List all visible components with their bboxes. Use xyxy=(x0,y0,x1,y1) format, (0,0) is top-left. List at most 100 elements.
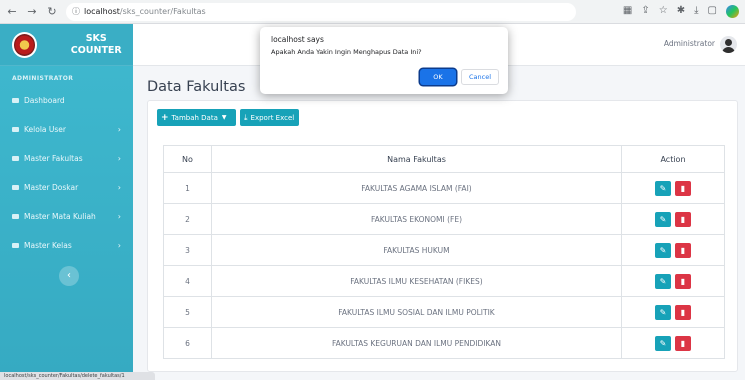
tab-search-icon[interactable]: ▢ xyxy=(708,5,717,18)
sidebar-item-dashboard[interactable]: Dashboard xyxy=(0,86,133,115)
pencil-icon[interactable]: ✎ xyxy=(655,242,671,258)
cancel-button[interactable]: Cancel xyxy=(461,69,499,85)
browser-toolbar: ← → ↻ ⓘ localhost /sks_counter/Fakultas … xyxy=(0,0,745,24)
add-data-button[interactable]: + Tambah Data ▼ xyxy=(157,109,236,126)
sidebar-item-master-mata-kuliah[interactable]: Master Mata Kuliah › xyxy=(0,202,133,231)
status-bar-url: localhost/sks_counter/Fakultas/delete_fa… xyxy=(0,372,155,380)
trash-icon[interactable]: ▮ xyxy=(675,242,691,258)
plus-icon: + xyxy=(161,112,169,123)
cell-nama: FAKULTAS HUKUM xyxy=(211,234,622,266)
extensions-icon[interactable]: ✱ xyxy=(677,5,685,18)
pencil-icon[interactable]: ✎ xyxy=(655,335,671,351)
url-host: localhost xyxy=(84,7,120,16)
pencil-icon[interactable]: ✎ xyxy=(655,304,671,320)
cell-nama: FAKULTAS EKONOMI (FE) xyxy=(211,203,622,235)
sidebar-item-label: Kelola User xyxy=(24,125,66,134)
address-bar[interactable]: ⓘ localhost /sks_counter/Fakultas xyxy=(66,2,576,21)
sidebar-toggle-button[interactable]: ‹ xyxy=(59,266,79,286)
column-header-nama: Nama Fakultas xyxy=(211,145,622,173)
cell-action: ✎ ▮ xyxy=(621,296,725,328)
folder-icon xyxy=(12,156,19,161)
sidebar-item-label: Master Mata Kuliah xyxy=(24,212,96,221)
cell-nama: FAKULTAS ILMU KESEHATAN (FIKES) xyxy=(211,265,622,297)
logo-icon xyxy=(12,31,38,58)
table-row: 4 FAKULTAS ILMU KESEHATAN (FIKES) ✎ ▮ xyxy=(163,265,725,297)
cell-nama: FAKULTAS KEGURUAN DAN ILMU PENDIDIKAN xyxy=(211,327,622,359)
sidebar: SKS COUNTER ADMINISTRATOR Dashboard Kelo… xyxy=(0,24,133,380)
sidebar-item-label: Master Doskar xyxy=(24,183,79,192)
sidebar-item-label: Master Kelas xyxy=(24,241,72,250)
page-title: Data Fakultas xyxy=(147,79,246,95)
table-row: 1 FAKULTAS AGAMA ISLAM (FAI) ✎ ▮ xyxy=(163,172,725,204)
fakultas-table: No Nama Fakultas Action 1 FAKULTAS AGAMA… xyxy=(163,145,725,359)
sidebar-item-label: Master Fakultas xyxy=(24,154,83,163)
trash-icon[interactable]: ▮ xyxy=(675,335,691,351)
sidebar-item-kelola-user[interactable]: Kelola User › xyxy=(0,115,133,144)
export-excel-label: Export Excel xyxy=(250,113,295,122)
reload-icon[interactable]: ↻ xyxy=(44,5,60,18)
cell-action: ✎ ▮ xyxy=(621,203,725,235)
add-data-label: Tambah Data xyxy=(171,113,218,122)
table-row: 6 FAKULTAS KEGURUAN DAN ILMU PENDIDIKAN … xyxy=(163,327,725,359)
dialog-message: Apakah Anda Yakin Ingin Menghapus Data I… xyxy=(271,48,422,56)
folder-icon xyxy=(12,243,19,248)
chevron-right-icon: › xyxy=(117,183,121,192)
cell-no: 4 xyxy=(163,265,212,297)
sidebar-item-master-doskar[interactable]: Master Doskar › xyxy=(0,173,133,202)
back-icon[interactable]: ← xyxy=(4,5,20,18)
sidebar-item-label: Dashboard xyxy=(24,96,65,105)
folder-icon xyxy=(12,98,19,103)
url-path: /sks_counter/Fakultas xyxy=(119,7,206,16)
table-row: 5 FAKULTAS ILMU SOSIAL DAN ILMU POLITIK … xyxy=(163,296,725,328)
table-row: 3 FAKULTAS HUKUM ✎ ▮ xyxy=(163,234,725,266)
export-excel-button[interactable]: ⤓ Export Excel xyxy=(240,109,299,126)
folder-icon xyxy=(12,185,19,190)
chevron-right-icon: › xyxy=(117,212,121,221)
trash-icon[interactable]: ▮ xyxy=(675,304,691,320)
dialog-title: localhost says xyxy=(271,35,324,44)
forward-icon[interactable]: → xyxy=(24,5,40,18)
chevron-right-icon: › xyxy=(117,125,121,134)
pencil-icon[interactable]: ✎ xyxy=(655,273,671,289)
trash-icon[interactable]: ▮ xyxy=(675,180,691,196)
sidebar-item-master-fakultas[interactable]: Master Fakultas › xyxy=(0,144,133,173)
brand[interactable]: SKS COUNTER xyxy=(0,24,133,66)
ok-button[interactable]: OK xyxy=(420,69,456,85)
chevron-right-icon: › xyxy=(117,154,121,163)
cell-action: ✎ ▮ xyxy=(621,327,725,359)
cell-no: 1 xyxy=(163,172,212,204)
cell-no: 5 xyxy=(163,296,212,328)
user-name[interactable]: Administrator xyxy=(664,39,715,48)
column-header-action: Action xyxy=(621,145,725,173)
column-header-no: No xyxy=(163,145,212,173)
cell-no: 2 xyxy=(163,203,212,235)
trash-icon[interactable]: ▮ xyxy=(675,211,691,227)
brand-title: SKS COUNTER xyxy=(70,32,122,56)
user-avatar[interactable] xyxy=(720,36,737,53)
confirm-dialog: localhost says Apakah Anda Yakin Ingin M… xyxy=(260,27,508,94)
chevron-right-icon: › xyxy=(117,241,121,250)
folder-icon xyxy=(12,127,19,132)
download-icon[interactable]: ⤓ xyxy=(694,5,698,18)
cell-action: ✎ ▮ xyxy=(621,265,725,297)
trash-icon[interactable]: ▮ xyxy=(675,273,691,289)
bookmark-star-icon[interactable]: ☆ xyxy=(659,5,668,18)
download-icon: ⤓ xyxy=(244,112,248,122)
translate-icon[interactable]: ▦ xyxy=(623,5,632,18)
share-icon[interactable]: ⇪ xyxy=(641,5,649,18)
site-info-icon[interactable]: ⓘ xyxy=(72,6,80,17)
cell-action: ✎ ▮ xyxy=(621,172,725,204)
pencil-icon[interactable]: ✎ xyxy=(655,211,671,227)
content-card: + Tambah Data ▼ ⤓ Export Excel No Nama F… xyxy=(147,100,738,372)
browser-extensions: ▦ ⇪ ☆ ✱ ⤓ ▢ xyxy=(623,5,739,18)
table-row: 2 FAKULTAS EKONOMI (FE) ✎ ▮ xyxy=(163,203,725,235)
cell-action: ✎ ▮ xyxy=(621,234,725,266)
cell-no: 6 xyxy=(163,327,212,359)
profile-icon[interactable] xyxy=(726,5,739,18)
sidebar-item-master-kelas[interactable]: Master Kelas › xyxy=(0,231,133,260)
sidebar-section-label: ADMINISTRATOR xyxy=(12,75,74,82)
folder-icon xyxy=(12,214,19,219)
pencil-icon[interactable]: ✎ xyxy=(655,180,671,196)
caret-down-icon: ▼ xyxy=(221,114,227,121)
cell-nama: FAKULTAS ILMU SOSIAL DAN ILMU POLITIK xyxy=(211,296,622,328)
